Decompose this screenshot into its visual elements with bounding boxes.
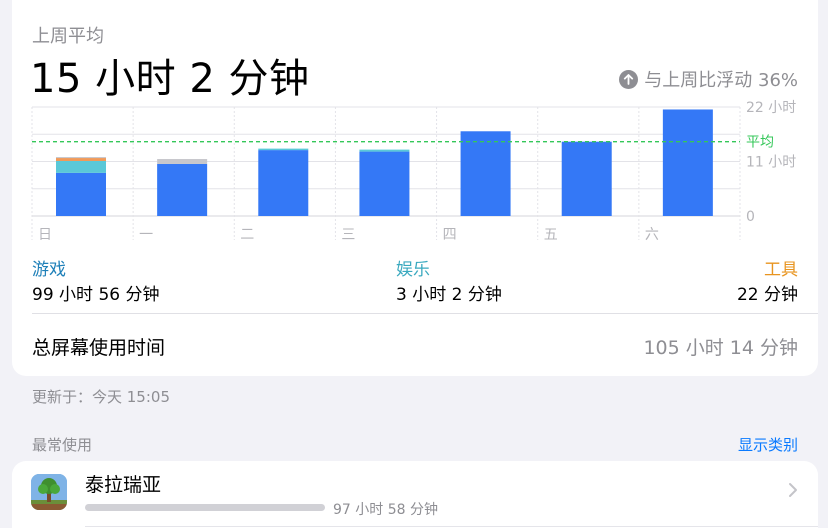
category-tools-value: 22 分钟 — [736, 285, 798, 305]
most-used-header: 最常使用 — [32, 436, 93, 454]
y-tick-label: 0 — [746, 209, 755, 225]
category-games-value: 99 小时 56 分钟 — [32, 285, 160, 305]
day-label: 六 — [645, 227, 659, 243]
category-entertainment-value: 3 小时 2 分钟 — [396, 285, 502, 305]
bar-2-游戏[interactable] — [258, 150, 309, 216]
bar-1-游戏[interactable] — [157, 163, 208, 216]
bar-5-游戏[interactable] — [561, 141, 612, 216]
bar-0-工具[interactable] — [56, 158, 106, 162]
bar-3-娱乐[interactable] — [359, 149, 410, 152]
chevron-right-icon[interactable] — [788, 482, 798, 502]
day-label: 五 — [544, 227, 558, 243]
bar-2-娱乐[interactable] — [258, 148, 309, 151]
bar-4-游戏[interactable] — [460, 131, 511, 216]
day-label: 一 — [139, 227, 153, 243]
app-usage-time: 97 小时 58 分钟 — [333, 502, 438, 518]
category-tools-label: 工具 — [764, 260, 798, 280]
bar-1-other[interactable] — [157, 159, 208, 164]
terraria-app-icon — [31, 474, 67, 510]
day-label: 四 — [443, 227, 457, 243]
day-label: 三 — [341, 227, 355, 243]
weekly-usage-chart[interactable]: 日 一 二 三 四 五 六 22 小时 11 小时 0 平均 — [0, 0, 828, 250]
average-label: 平均 — [746, 135, 774, 151]
bar-3-游戏[interactable] — [359, 151, 410, 216]
updated-timestamp: 更新于：今天 15:05 — [32, 388, 170, 406]
bar-0-other[interactable] — [56, 157, 106, 159]
bar-0-娱乐[interactable] — [56, 161, 106, 173]
y-tick-label: 11 小时 — [746, 155, 796, 171]
category-games-label: 游戏 — [32, 260, 66, 280]
y-tick-label: 22 小时 — [746, 100, 796, 116]
total-screen-time-label[interactable]: 总屏幕使用时间 — [32, 333, 165, 360]
bar-6-游戏[interactable] — [662, 109, 713, 216]
show-categories-link[interactable]: 显示类别 — [738, 434, 798, 455]
divider — [32, 313, 818, 314]
total-screen-time-value: 105 小时 14 分钟 — [643, 337, 798, 359]
day-label: 二 — [240, 227, 254, 243]
day-label: 日 — [38, 227, 52, 243]
row-divider — [85, 526, 818, 527]
app-usage-bar — [85, 504, 325, 511]
category-entertainment-label: 娱乐 — [396, 260, 430, 280]
bar-0-游戏[interactable] — [56, 172, 106, 216]
app-name: 泰拉瑞亚 — [85, 474, 162, 496]
